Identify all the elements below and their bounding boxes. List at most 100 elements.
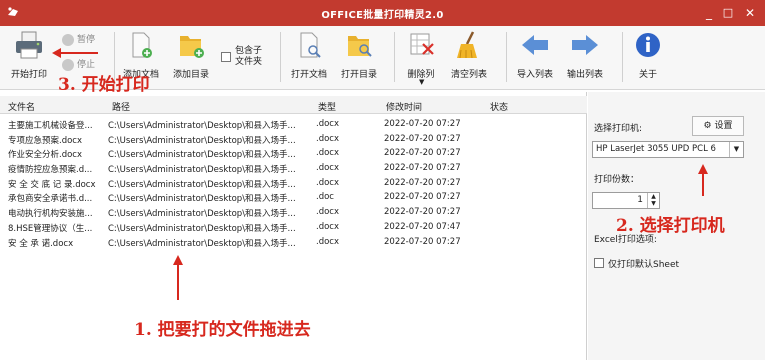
- minimize-button[interactable]: _: [700, 4, 718, 22]
- file-path: C:\Users\Administrator\Desktop\和县入场手...: [108, 150, 296, 161]
- file-name: 疫情防控应急预案.d...: [8, 165, 93, 176]
- file-path: C:\Users\Administrator\Desktop\和县入场手...: [108, 223, 296, 234]
- file-name: 作业安全分析.docx: [8, 150, 83, 161]
- file-date: 2022-07-20 07:27: [384, 192, 461, 203]
- file-path: C:\Users\Administrator\Desktop\和县入场手...: [108, 238, 296, 249]
- file-path: C:\Users\Administrator\Desktop\和县入场手...: [108, 135, 296, 146]
- maximize-button[interactable]: □: [719, 4, 737, 22]
- table-row[interactable]: 疫情防控应急预案.d... C:\Users\Administrator\Des…: [0, 161, 587, 176]
- copies-label: 打印份数：: [594, 175, 640, 185]
- chevron-down-icon[interactable]: ▼: [729, 142, 743, 157]
- file-name: 主要施工机械设备登...: [8, 121, 93, 131]
- file-path: C:\Users\Administrator\Desktop\和县入场手...: [108, 209, 296, 220]
- pause-icon: [62, 33, 74, 46]
- clear-list-button[interactable]: 清空列表: [446, 28, 492, 86]
- about-button[interactable]: 关于: [628, 28, 668, 86]
- file-name: 电动执行机构安装施...: [8, 209, 93, 220]
- print-default-sheet-checkbox[interactable]: [594, 258, 604, 268]
- toolbar-separator: [394, 32, 395, 82]
- delete-column-icon: [410, 33, 434, 55]
- file-type: .docx: [316, 133, 340, 144]
- broom-icon: [457, 31, 477, 59]
- file-type: .docx: [316, 221, 340, 232]
- column-header-name[interactable]: 文件名: [8, 100, 35, 113]
- file-path: C:\Users\Administrator\Desktop\和县入场手...: [108, 165, 296, 176]
- stop-label: 停止: [77, 60, 96, 70]
- include-subfolder-checkbox[interactable]: [221, 52, 231, 62]
- file-path: C:\Users\Administrator\Desktop\和县入场手...: [108, 179, 296, 190]
- table-row[interactable]: 8.HSE管理协议（生... C:\Users\Administrator\De…: [0, 220, 587, 235]
- include-subfolder-label: 包含子文件夹: [235, 46, 263, 67]
- printer-settings-button[interactable]: ⚙ 设置: [692, 116, 744, 136]
- arrow-right-icon: [572, 35, 598, 55]
- file-type: .docx: [316, 177, 340, 188]
- column-header-date[interactable]: 修改时间: [386, 100, 422, 113]
- open-document-button[interactable]: 打开文档: [286, 28, 332, 86]
- select-printer-label: 选择打印机:: [594, 124, 643, 134]
- table-row[interactable]: 主要施工机械设备登... C:\Users\Administrator\Desk…: [0, 117, 587, 132]
- info-icon: [636, 33, 660, 57]
- file-list-header: 文件名 路径 类型 修改时间 状态: [0, 96, 587, 114]
- export-list-button[interactable]: 输出列表: [562, 28, 608, 86]
- open-document-icon: [300, 32, 321, 58]
- file-date: 2022-07-20 07:27: [384, 236, 461, 247]
- add-directory-label: 添加目录: [172, 70, 209, 80]
- file-name: 8.HSE管理协议（生...: [8, 223, 93, 234]
- open-directory-button[interactable]: 打开目录: [336, 28, 382, 86]
- printer-select-value: HP LaserJet 3055 UPD PCL 6: [596, 144, 716, 154]
- file-type: .docx: [316, 119, 340, 129]
- file-type: .docx: [316, 163, 340, 174]
- window-title: OFFICE批量打印精灵2.0: [321, 10, 444, 21]
- file-name: 安 全 承 诺.docx: [8, 238, 74, 249]
- about-label: 关于: [638, 70, 657, 80]
- column-header-path[interactable]: 路径: [112, 100, 130, 113]
- stepper-arrows-icon[interactable]: ▲ ▼: [647, 193, 659, 208]
- printer-icon: [16, 31, 42, 59]
- pause-button[interactable]: 暂停: [62, 32, 95, 48]
- table-row[interactable]: 安 全 交 底 记 录.docx C:\Users\Administrator\…: [0, 176, 587, 191]
- pause-label: 暂停: [77, 35, 96, 45]
- print-default-sheet-label: 仅打印默认Sheet: [608, 260, 680, 270]
- table-row[interactable]: 电动执行机构安装施... C:\Users\Administrator\Desk…: [0, 205, 587, 220]
- start-print-label: 开始打印: [10, 70, 47, 80]
- table-row[interactable]: 作业安全分析.docx C:\Users\Administrator\Deskt…: [0, 146, 587, 161]
- toolbar-separator: [506, 32, 507, 82]
- printer-select[interactable]: HP LaserJet 3055 UPD PCL 6 ▼: [592, 141, 744, 158]
- file-name: 承包商安全承诺书.d...: [8, 194, 93, 205]
- column-header-status[interactable]: 状态: [490, 100, 508, 113]
- close-button[interactable]: ✕: [741, 4, 759, 22]
- gear-icon: ⚙: [703, 121, 712, 131]
- annotation-step1: 1. 把要打的文件拖进去: [134, 320, 311, 340]
- column-header-type[interactable]: 类型: [318, 100, 336, 113]
- table-row[interactable]: 安 全 承 诺.docx C:\Users\Administrator\Desk…: [0, 235, 587, 250]
- annotation-step2: 2. 选择打印机: [616, 216, 725, 236]
- file-type: .doc: [316, 192, 334, 203]
- stop-icon: [62, 58, 74, 71]
- add-folder-icon: [180, 36, 204, 58]
- file-path: C:\Users\Administrator\Desktop\和县入场手...: [108, 121, 296, 131]
- file-date: 2022-07-20 07:27: [384, 119, 461, 129]
- clear-list-label: 清空列表: [450, 70, 487, 80]
- delete-column-button[interactable]: 删除列 ▼: [398, 28, 444, 86]
- copies-value: 1: [637, 195, 643, 205]
- toolbar-separator: [280, 32, 281, 82]
- file-name: 专项应急预案.docx: [8, 135, 83, 146]
- file-date: 2022-07-20 07:27: [384, 177, 461, 188]
- settings-label: 设置: [714, 121, 733, 131]
- file-date: 2022-07-20 07:47: [384, 221, 461, 232]
- title-bar: OFFICE批量打印精灵2.0 _ □ ✕: [0, 0, 765, 26]
- file-date: 2022-07-20 07:27: [384, 133, 461, 144]
- file-date: 2022-07-20 07:27: [384, 163, 461, 174]
- open-folder-icon: [348, 36, 372, 57]
- import-list-button[interactable]: 导入列表: [512, 28, 558, 86]
- open-document-label: 打开文档: [290, 70, 327, 80]
- arrow-left-icon: [522, 35, 548, 55]
- table-row[interactable]: 承包商安全承诺书.d... C:\Users\Administrator\Des…: [0, 190, 587, 205]
- start-print-button[interactable]: 开始打印: [4, 28, 54, 86]
- add-directory-button[interactable]: 添加目录: [168, 28, 214, 86]
- import-list-label: 导入列表: [516, 70, 553, 80]
- file-rows: 主要施工机械设备登... C:\Users\Administrator\Desk…: [0, 117, 587, 249]
- copies-stepper[interactable]: 1 ▲ ▼: [592, 192, 660, 209]
- table-row[interactable]: 专项应急预案.docx C:\Users\Administrator\Deskt…: [0, 132, 587, 147]
- toolbar-separator: [622, 32, 623, 82]
